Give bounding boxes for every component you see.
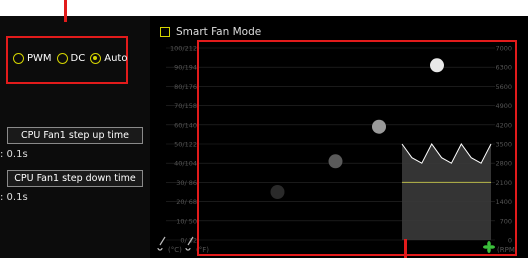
temp-tick-label: 30/ 86 <box>176 179 197 187</box>
temp-tick-label: 80/176 <box>174 83 197 91</box>
temp-tick-label: 50/122 <box>174 141 197 149</box>
temp-tick-label: 60/140 <box>174 121 197 129</box>
fan-curve-graph[interactable] <box>197 40 517 256</box>
bios-fan-screen: PWM DC Auto CPU Fan1 step up time : 0.1s… <box>0 16 528 258</box>
temp-tick-label: 90/194 <box>174 64 197 72</box>
callout-pointer-bottom <box>404 239 407 258</box>
temp-tick-label: 40/104 <box>174 160 197 168</box>
fan-curve-chart-area: 100/212 90/194 80/176 70/158 60/140 50/122 40/… <box>0 16 528 258</box>
temp-tick-label: 20/ 68 <box>176 198 197 206</box>
temp-tick-label: 10/ 50 <box>176 217 197 225</box>
thermometer-icon-c <box>157 236 166 251</box>
temp-tick-label: 70/158 <box>174 102 197 110</box>
callout-pointer-top <box>64 0 67 22</box>
temp-tick-label: 100/212 <box>170 45 197 53</box>
temp-unit-c-label: (°C) <box>168 246 182 254</box>
